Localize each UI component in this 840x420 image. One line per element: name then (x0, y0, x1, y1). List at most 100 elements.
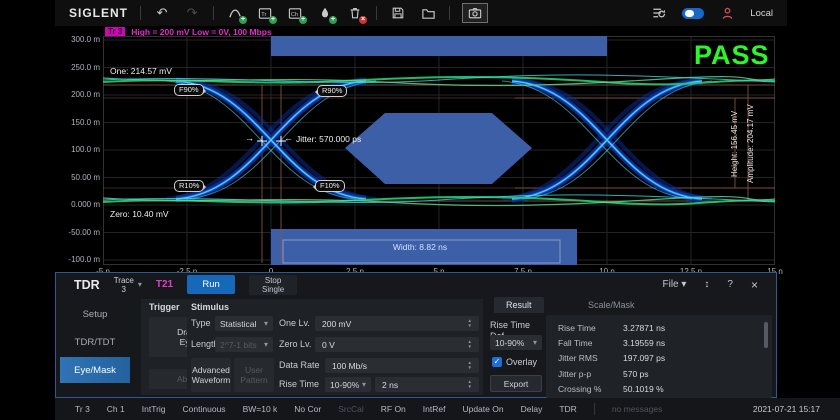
add-trace-icon[interactable]: Tr + (256, 4, 274, 22)
add-badge: + (239, 16, 247, 24)
status-item: RF On (381, 404, 406, 414)
file-menu[interactable]: File ▾ (662, 279, 686, 290)
remote-user-icon[interactable] (718, 4, 736, 22)
result-row-label: Jitter RMS (558, 353, 623, 363)
remote-toggle[interactable] (682, 8, 704, 19)
connection-mode-label: Local (750, 8, 773, 19)
advanced-waveform-button[interactable]: Advanced Waveform (191, 358, 231, 392)
overlay-checkbox[interactable]: ✓ (492, 357, 502, 367)
data-rate-label: Data Rate (279, 360, 320, 371)
export-button[interactable]: Export (490, 375, 542, 392)
y-axis-tick: -100.0 m (45, 255, 100, 265)
height-measurement-label: Height: 156.45 mV (730, 98, 739, 190)
toolbar-separator (376, 6, 377, 20)
tab-scale-mask[interactable]: Scale/Mask (576, 297, 647, 313)
one-level-field-label: One Lv. (279, 318, 310, 329)
tab-eye-mask[interactable]: Eye/Mask (60, 357, 130, 383)
result-row: Crossing %50.1019 % (558, 382, 772, 397)
f10-marker: F10% (315, 180, 345, 192)
rise-time-def-dropdown[interactable]: 10-90%▾ (325, 377, 371, 392)
svg-text:Ch: Ch (290, 11, 297, 17)
stimulus-fields: Stimulus Type Statistical▾ One Lv. 200 m… (187, 299, 483, 395)
trace-selector[interactable]: Trace 3 ▾ (114, 276, 142, 294)
result-row: Jitter RMS197.097 ps (558, 351, 772, 366)
save-icon[interactable] (389, 4, 407, 22)
stimulus-group-label: Stimulus (191, 302, 229, 312)
status-item: Update On (462, 404, 503, 414)
delete-trace-icon[interactable]: × (346, 4, 364, 22)
chevron-down-icon: ▾ (362, 380, 366, 389)
tab-tdr-tdt[interactable]: TDR/TDT (60, 329, 130, 355)
trace-selector-label: Trace 3 (114, 276, 134, 294)
eye-diagram-plot[interactable] (103, 36, 775, 265)
resize-panel-icon[interactable]: ↕ (704, 279, 709, 290)
task-list-refresh-icon[interactable] (650, 4, 668, 22)
stepper-arrows[interactable]: ▲▼ (468, 380, 472, 389)
chevron-down-icon: ▾ (533, 338, 537, 347)
toolbar-separator (213, 6, 214, 20)
tdr-panel: TDR Trace 3 ▾ T21 Run Stop Single File ▾… (55, 272, 777, 398)
rise-time-label: Rise Time (279, 379, 319, 390)
trigger-group-label: Trigger (149, 302, 180, 312)
screenshot-icon[interactable] (462, 3, 488, 23)
run-button[interactable]: Run (187, 275, 235, 294)
chevron-down-icon: ▾ (138, 280, 142, 289)
status-bar: Tr 3Ch 1IntTrigContinuousBW=10 kNo CorSr… (55, 398, 840, 420)
redo-icon[interactable]: ↷ (183, 4, 201, 22)
result-rows: Rise Time3.27871 nsFall Time3.19559 nsJi… (558, 320, 772, 397)
data-rate-stepper[interactable]: 100 Mb/s▲▼ (325, 358, 479, 373)
undo-icon[interactable]: ↶ (153, 4, 171, 22)
stepper-arrows[interactable]: ▲▼ (468, 340, 472, 349)
result-row-value: 570 ps (623, 369, 649, 379)
add-badge: + (299, 16, 307, 24)
stepper-arrows[interactable]: ▲▼ (468, 361, 472, 370)
tab-setup[interactable]: Setup (60, 301, 130, 327)
zero-level-field-label: Zero Lv. (279, 339, 311, 350)
y-axis-tick: -50.00 m (45, 228, 100, 238)
status-item: TDR (559, 404, 576, 414)
status-item: IntTrig (142, 404, 166, 414)
length-dropdown[interactable]: 2^7-1 bits▾ (215, 337, 273, 352)
status-items: Tr 3Ch 1IntTrigContinuousBW=10 kNo CorSr… (75, 404, 577, 414)
y-axis-tick: 250.0 m (45, 63, 100, 73)
add-marker-icon[interactable]: + (316, 4, 334, 22)
y-axis-tick: 300.0 m (45, 35, 100, 45)
result-row: Rise Time3.27871 ns (558, 320, 772, 335)
user-pattern-button[interactable]: User Pattern (234, 358, 274, 392)
help-icon[interactable]: ? (727, 279, 733, 290)
zero-level-stepper[interactable]: 0 V▲▼ (315, 337, 479, 352)
status-message: no messages (612, 404, 663, 414)
add-channel-icon[interactable]: Ch + (286, 4, 304, 22)
y-axis-tick: 100.0 m (45, 145, 100, 155)
width-measurement-label: Width: 8.82 ns (300, 242, 540, 252)
one-level-stepper[interactable]: 200 mV▲▼ (315, 316, 479, 331)
result-row-label: Jitter p-p (558, 369, 623, 379)
result-rise-def-dropdown[interactable]: 10-90%▾ (490, 335, 542, 350)
panel-title: TDR (74, 278, 100, 292)
rise-time-stepper[interactable]: 2 ns▲▼ (375, 377, 479, 392)
toolbar-separator (449, 6, 450, 20)
f90-marker: F90% (174, 84, 204, 96)
siglent-logo: SIGLENT (69, 6, 128, 20)
add-function-trace-icon[interactable]: + (226, 4, 244, 22)
tab-result[interactable]: Result (494, 297, 544, 313)
status-separator (594, 403, 595, 415)
zero-level-label: Zero: 10.40 mV (110, 209, 169, 219)
type-dropdown[interactable]: Statistical▾ (215, 316, 273, 331)
close-panel-icon[interactable]: × (751, 278, 758, 292)
toolbar-separator (140, 6, 141, 20)
result-list: Rise Time3.27871 nsFall Time3.19559 nsJi… (546, 315, 772, 398)
panel-header-right: File ▾ ↕ ? × (662, 278, 758, 292)
result-row-label: Fall Time (558, 338, 623, 348)
result-row: Fall Time3.19559 ns (558, 335, 772, 350)
stop-single-button[interactable]: Stop Single (249, 275, 297, 295)
jitter-label: Jitter: 570.000 ps (296, 134, 361, 144)
result-group: Result Scale/Mask Rise Time Def. 10-90%▾… (486, 295, 774, 397)
y-axis-tick: 200.0 m (45, 90, 100, 100)
result-scrollbar[interactable] (764, 322, 768, 348)
stepper-arrows[interactable]: ▲▼ (468, 319, 472, 328)
trace-tag: T21 (156, 279, 173, 290)
recall-folder-icon[interactable] (419, 4, 437, 22)
svg-text:Tr: Tr (261, 11, 266, 17)
panel-header: TDR Trace 3 ▾ T21 Run Stop Single File ▾… (56, 273, 776, 296)
